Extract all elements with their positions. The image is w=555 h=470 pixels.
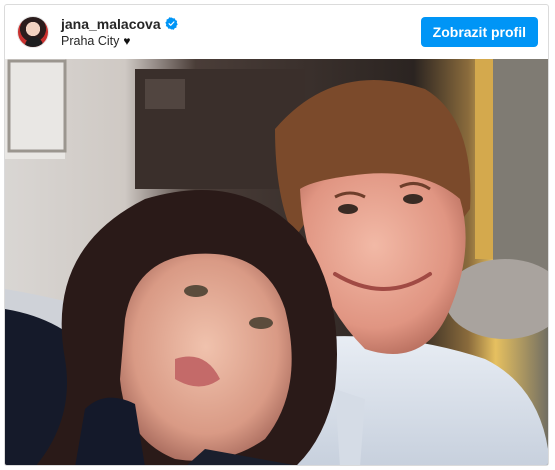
username-row: jana_malacova bbox=[61, 16, 178, 32]
selfie-photo bbox=[5, 59, 548, 465]
username[interactable]: jana_malacova bbox=[61, 16, 161, 32]
location-row: Praha City ♥ bbox=[61, 34, 178, 48]
verified-badge-icon bbox=[164, 17, 178, 30]
location-link[interactable]: Praha City bbox=[61, 34, 119, 48]
view-profile-button[interactable]: Zobrazit profil bbox=[420, 16, 538, 47]
user-info: jana_malacova Praha City ♥ bbox=[61, 16, 178, 48]
post-header: jana_malacova Praha City ♥ Zobrazit prof… bbox=[5, 5, 548, 58]
avatar[interactable] bbox=[17, 15, 49, 48]
post-photo[interactable] bbox=[5, 59, 548, 465]
instagram-embed: jana_malacova Praha City ♥ Zobrazit prof… bbox=[4, 4, 549, 466]
heart-icon: ♥ bbox=[123, 33, 131, 48]
